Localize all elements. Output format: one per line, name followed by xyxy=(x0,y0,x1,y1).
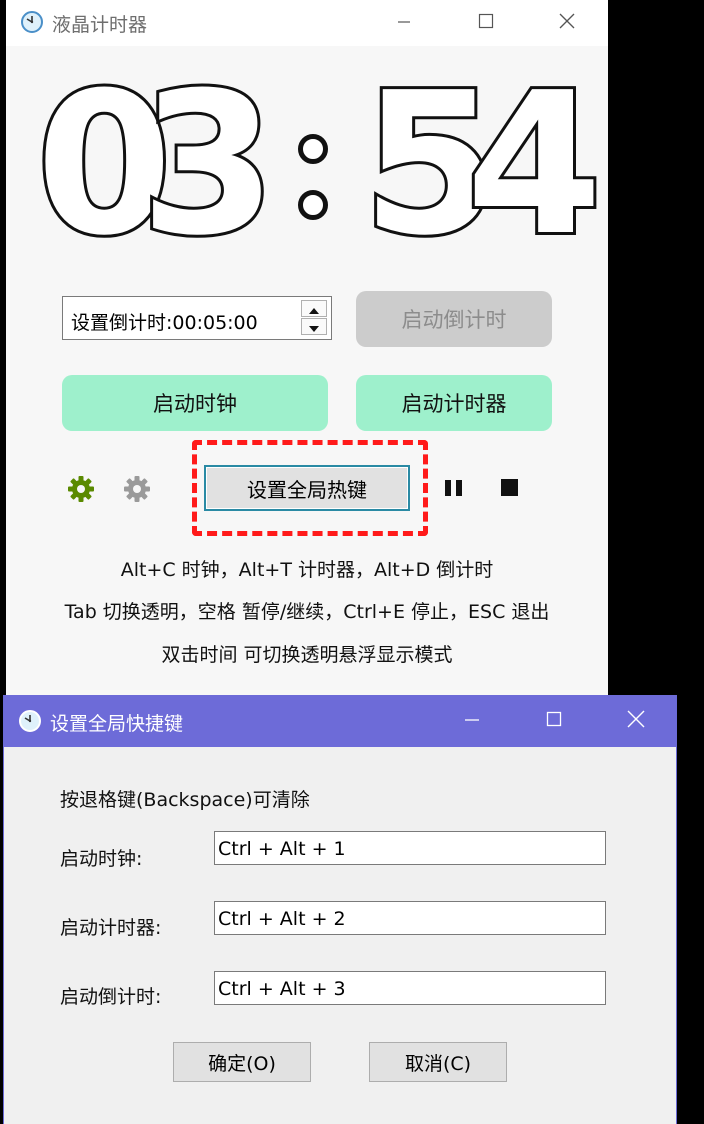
maximize-icon xyxy=(546,711,562,731)
hint-line-1: Alt+C 时钟，Alt+T 计时器，Alt+D 倒计时 xyxy=(120,559,494,581)
colon-dot-top xyxy=(298,134,328,164)
clock-icon xyxy=(18,709,42,737)
main-titlebar[interactable]: 液晶计时器 xyxy=(6,0,608,46)
window-title: 液晶计时器 xyxy=(52,14,148,36)
timer-hotkey-field[interactable]: Ctrl + Alt + 2 xyxy=(214,901,606,935)
pause-icon[interactable] xyxy=(444,478,464,502)
hotkey-dialog: 设置全局快捷键 按退格键(Backspace)可清除 启动时钟: Ctrl + … xyxy=(3,695,677,1124)
countdown-hotkey-field[interactable]: Ctrl + Alt + 3 xyxy=(214,971,606,1005)
stop-icon[interactable] xyxy=(500,478,520,502)
countdown-spinner xyxy=(301,300,327,336)
set-hotkey-button[interactable]: 设置全局热键 xyxy=(204,465,410,511)
minimize-icon xyxy=(464,712,480,731)
minimize-button[interactable] xyxy=(374,0,434,46)
spin-down-button[interactable] xyxy=(301,318,327,335)
maximize-icon xyxy=(478,13,494,33)
colon-dot-bottom xyxy=(298,190,328,220)
triangle-down-icon xyxy=(309,317,319,336)
ok-button[interactable]: 确定(O) xyxy=(173,1042,311,1082)
spin-up-button[interactable] xyxy=(301,300,327,317)
dialog-maximize-button[interactable] xyxy=(524,695,584,747)
dialog-titlebar[interactable]: 设置全局快捷键 xyxy=(4,695,676,747)
gear-icon-gray[interactable] xyxy=(122,474,152,508)
main-window: 液晶计时器 0 3 5 4 设置倒计时:00:05:00 启动倒计时 启动时钟 … xyxy=(6,0,608,700)
clock-icon xyxy=(20,10,44,38)
start-countdown-button[interactable]: 启动倒计时 xyxy=(356,291,552,347)
timer-hotkey-label: 启动计时器: xyxy=(60,917,162,939)
digit-minutes-ones: 3 xyxy=(137,51,279,279)
dialog-minimize-button[interactable] xyxy=(442,695,502,747)
start-timer-button[interactable]: 启动计时器 xyxy=(356,375,552,431)
gear-icon-green[interactable] xyxy=(66,474,96,508)
countdown-hotkey-label: 启动倒计时: xyxy=(60,986,162,1008)
maximize-button[interactable] xyxy=(456,0,516,46)
hint-line-3: 双击时间 可切换透明悬浮显示模式 xyxy=(161,644,453,666)
dialog-title: 设置全局快捷键 xyxy=(50,713,184,735)
hint-line-2: Tab 切换透明，空格 暂停/继续，Ctrl+E 停止，ESC 退出 xyxy=(64,601,550,623)
close-icon xyxy=(559,13,575,33)
clock-hotkey-field[interactable]: Ctrl + Alt + 1 xyxy=(214,831,606,865)
countdown-input[interactable]: 设置倒计时:00:05:00 xyxy=(62,296,332,340)
triangle-up-icon xyxy=(309,299,319,318)
digit-seconds-ones: 4 xyxy=(463,51,605,279)
countdown-value: 设置倒计时:00:05:00 xyxy=(71,312,258,334)
close-icon xyxy=(627,710,645,732)
time-display[interactable]: 0 3 5 4 xyxy=(33,51,605,279)
minimize-icon xyxy=(397,14,411,33)
clock-hotkey-label: 启动时钟: xyxy=(60,848,143,870)
start-clock-button[interactable]: 启动时钟 xyxy=(62,375,328,431)
cancel-button[interactable]: 取消(C) xyxy=(369,1042,507,1082)
instruction-text: 按退格键(Backspace)可清除 xyxy=(60,789,310,811)
close-button[interactable] xyxy=(537,0,597,46)
dialog-close-button[interactable] xyxy=(606,695,666,747)
